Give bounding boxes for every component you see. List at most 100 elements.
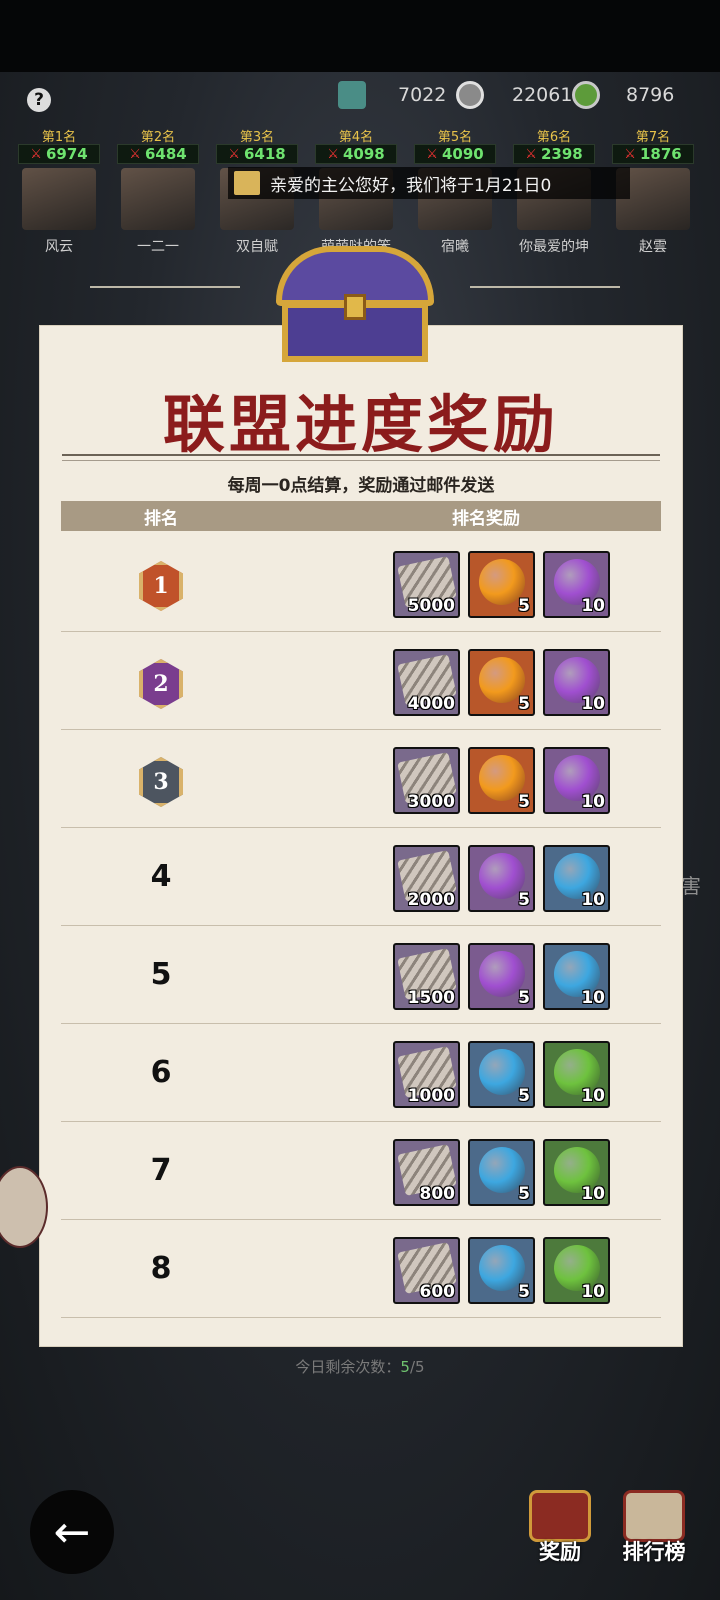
reward-item[interactable]: 10	[543, 649, 610, 716]
item-quantity: 10	[581, 890, 605, 910]
rank-medal-icon: 2	[139, 659, 183, 709]
item-quantity: 10	[581, 596, 605, 616]
item-quantity: 600	[419, 1282, 456, 1302]
reward-row: 2 4000 5 10	[61, 631, 661, 730]
entry-score: ⚔ 1876	[612, 144, 694, 164]
item-quantity: 5	[518, 792, 530, 812]
entry-score-value: 4090	[441, 145, 484, 163]
reward-item[interactable]: 5	[468, 943, 535, 1010]
entry-place: 第4名	[338, 130, 374, 145]
rank-medal-icon: 3	[139, 757, 183, 807]
rank-number: 1	[139, 561, 183, 611]
entry-place: 第2名	[140, 130, 176, 145]
reward-item[interactable]: 5	[468, 1237, 535, 1304]
entry-place: 第7名	[635, 130, 671, 145]
resource-jade: 8796	[572, 80, 674, 110]
hero-portrait	[22, 168, 96, 230]
entry-score-value: 2398	[540, 145, 583, 163]
item-quantity: 5000	[407, 596, 455, 616]
ranking-nav-label: 排行榜	[622, 1540, 686, 1564]
remaining-total: /5	[409, 1358, 425, 1376]
ranking-nav-button[interactable]: 排行榜	[608, 1490, 700, 1566]
rank-number: 5	[150, 957, 172, 992]
reward-item[interactable]: 800	[393, 1139, 460, 1206]
title-divider	[62, 454, 660, 461]
reward-item[interactable]: 5	[468, 649, 535, 716]
item-quantity: 10	[581, 1086, 605, 1106]
remaining-label: 今日剩余次数：	[295, 1358, 401, 1376]
item-quantity: 10	[581, 694, 605, 714]
reward-row: 4 2000 5 10	[61, 827, 661, 926]
item-quantity: 1500	[407, 988, 455, 1008]
reward-item[interactable]: 10	[543, 943, 610, 1010]
entry-score: ⚔ 4090	[414, 144, 496, 164]
hero-portrait	[121, 168, 195, 230]
header-rank: 排名	[144, 508, 178, 529]
rank-number: 4	[150, 859, 172, 894]
item-quantity: 10	[581, 988, 605, 1008]
entry-name: 赵雲	[639, 239, 667, 255]
background-text: 害	[681, 874, 701, 898]
item-quantity: 5	[518, 1086, 530, 1106]
entry-score: ⚔ 6484	[117, 144, 199, 164]
reward-items: 800 5 10	[393, 1139, 610, 1206]
help-button[interactable]: ?	[27, 88, 51, 112]
item-quantity: 5	[518, 890, 530, 910]
rank-number: 7	[150, 1153, 172, 1188]
entry-place: 第1名	[41, 130, 77, 145]
status-bar	[0, 0, 720, 72]
reward-item[interactable]: 5	[468, 1041, 535, 1108]
item-quantity: 800	[419, 1184, 456, 1204]
reward-row: 3 3000 5 10	[61, 729, 661, 828]
reward-items: 1500 5 10	[393, 943, 610, 1010]
reward-item[interactable]: 5	[468, 747, 535, 814]
reward-item[interactable]: 10	[543, 1139, 610, 1206]
reward-item[interactable]: 1000	[393, 1041, 460, 1108]
resource-coin-value: 22061	[512, 84, 573, 106]
crossed-swords-icon: ⚔	[624, 146, 636, 162]
crossed-swords-icon: ⚔	[525, 146, 537, 162]
item-quantity: 10	[581, 1282, 605, 1302]
announcement-marquee[interactable]: 亲爱的主公您好，我们将于1月21日0	[228, 167, 630, 199]
reward-item[interactable]: 10	[543, 845, 610, 912]
item-quantity: 2000	[407, 890, 455, 910]
reward-item[interactable]: 5000	[393, 551, 460, 618]
reward-item[interactable]: 600	[393, 1237, 460, 1304]
remaining-attempts: 今日剩余次数：5/5	[0, 1356, 720, 1377]
reward-item[interactable]: 3000	[393, 747, 460, 814]
reward-items: 1000 5 10	[393, 1041, 610, 1108]
reward-item[interactable]: 4000	[393, 649, 460, 716]
reward-item[interactable]: 5	[468, 1139, 535, 1206]
reward-item[interactable]: 5	[468, 845, 535, 912]
rank-number: 3	[139, 757, 183, 807]
reward-item[interactable]: 10	[543, 1041, 610, 1108]
back-button[interactable]: ←	[30, 1490, 114, 1574]
leaderboard-entry[interactable]: 第1名 ⚔ 6974 风云	[18, 126, 100, 256]
header-reward: 排名奖励	[452, 508, 520, 529]
reward-item[interactable]: 1500	[393, 943, 460, 1010]
rank-number: 8	[150, 1251, 172, 1286]
entry-score-value: 1876	[639, 145, 682, 163]
crossed-swords-icon: ⚔	[426, 146, 438, 162]
reward-nav-button[interactable]: 奖励	[522, 1490, 598, 1566]
leaderboard-entry[interactable]: 第2名 ⚔ 6484 一二一	[117, 126, 199, 256]
item-quantity: 5	[518, 596, 530, 616]
entry-score-value: 6418	[243, 145, 286, 163]
rank-number: 6	[150, 1055, 172, 1090]
jade-icon	[572, 81, 600, 109]
reward-item[interactable]: 10	[543, 747, 610, 814]
ornament-line-right	[470, 286, 620, 302]
item-quantity: 10	[581, 1184, 605, 1204]
reward-item[interactable]: 10	[543, 1237, 610, 1304]
tower-icon	[338, 81, 366, 109]
entry-score: ⚔ 6418	[216, 144, 298, 164]
crossed-swords-icon: ⚔	[228, 146, 240, 162]
crossed-swords-icon: ⚔	[327, 146, 339, 162]
reward-item[interactable]: 2000	[393, 845, 460, 912]
reward-item[interactable]: 5	[468, 551, 535, 618]
reward-item[interactable]: 10	[543, 551, 610, 618]
item-quantity: 1000	[407, 1086, 455, 1106]
panel-title: 联盟进度奖励	[162, 388, 559, 461]
entry-score: ⚔ 6974	[18, 144, 100, 164]
entry-place: 第5名	[437, 130, 473, 145]
